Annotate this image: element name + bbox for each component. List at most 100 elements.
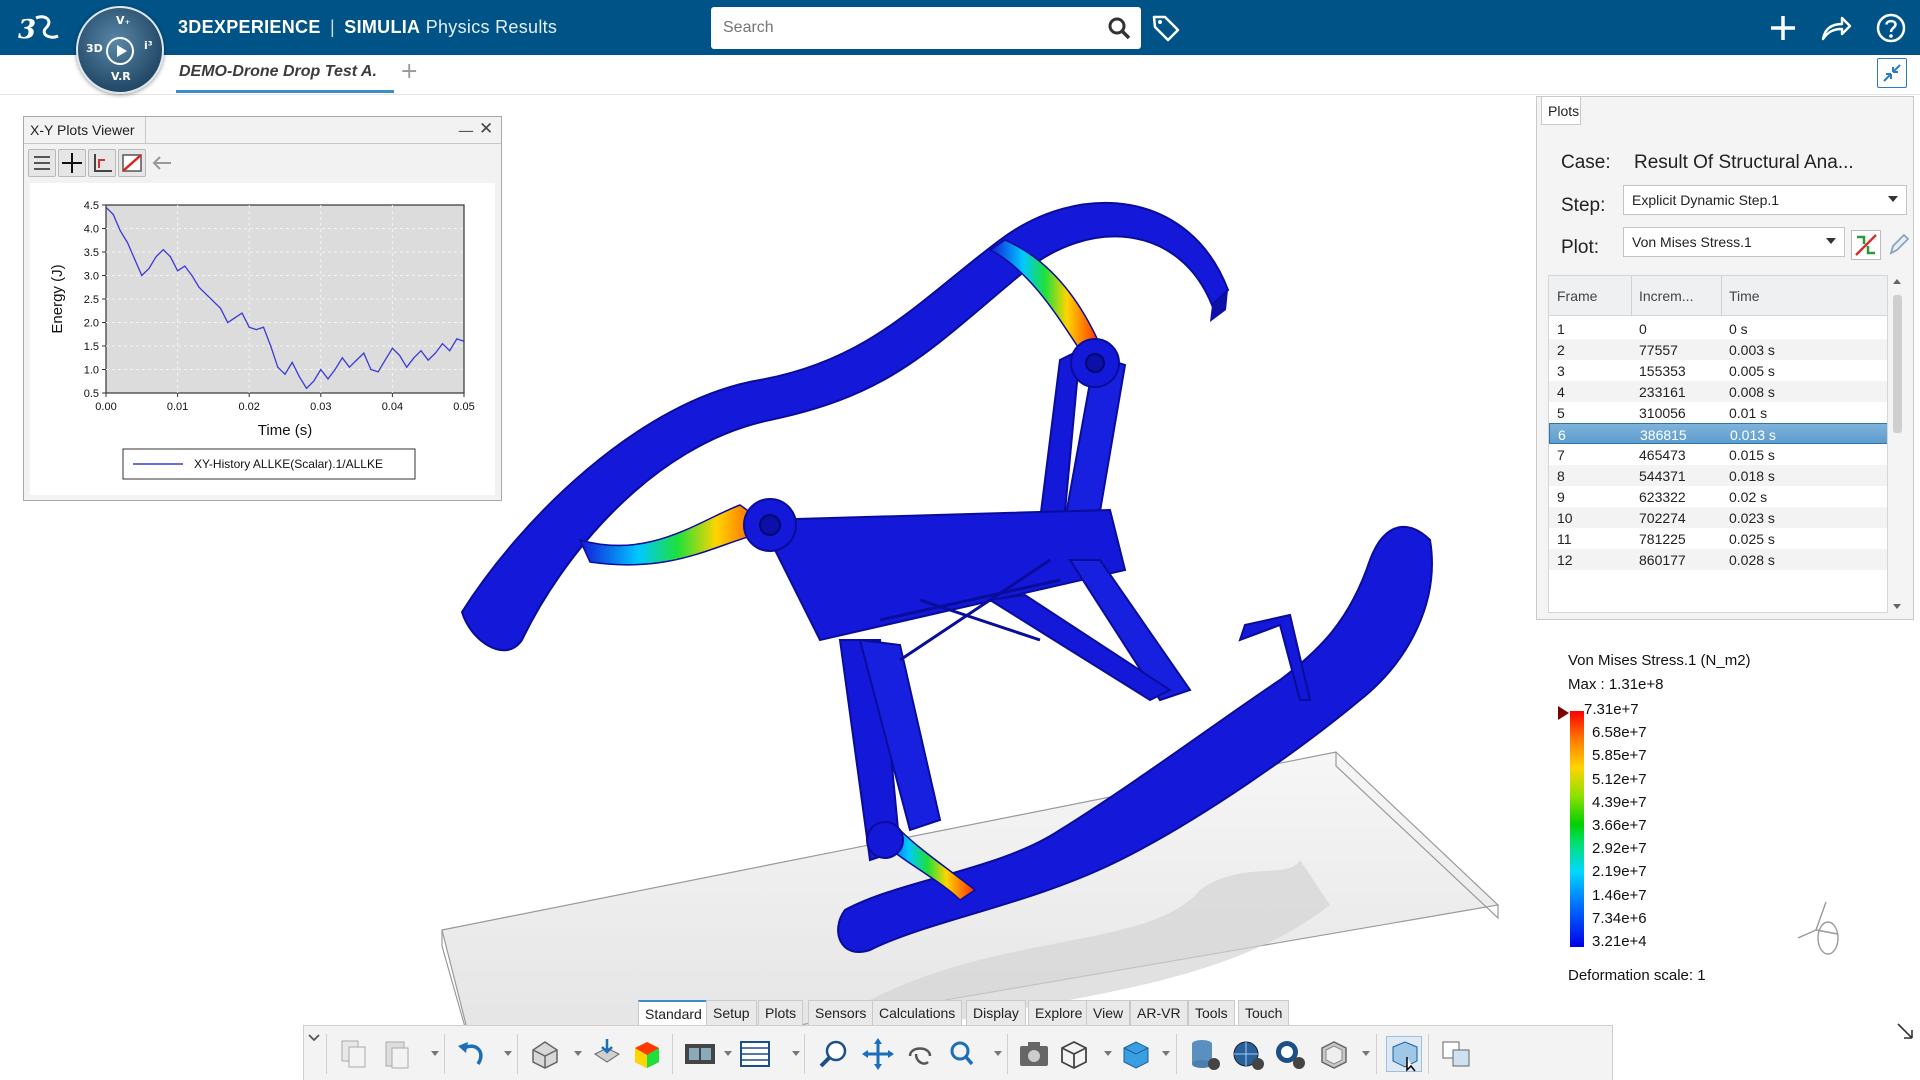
collapse-view-button[interactable] xyxy=(1877,58,1907,88)
database-icon[interactable] xyxy=(1186,1036,1222,1072)
animation-icon[interactable] xyxy=(682,1036,718,1072)
search-icon[interactable] xyxy=(944,1036,980,1072)
search-input[interactable] xyxy=(711,7,1091,49)
x-tick-label: 0.03 xyxy=(310,401,331,413)
tab-sensors[interactable]: Sensors xyxy=(808,1000,874,1025)
legend-value: 2.19e+7 xyxy=(1592,863,1647,881)
pencil-icon[interactable] xyxy=(1885,231,1911,259)
tab-calculations[interactable]: Calculations xyxy=(872,1000,963,1025)
table-row[interactable]: 1 0 0 s xyxy=(1549,318,1887,339)
data-point xyxy=(377,371,379,373)
table-row[interactable]: 8 544371 0.018 s xyxy=(1549,465,1887,486)
view-cube-icon[interactable] xyxy=(1056,1036,1092,1072)
minimize-button[interactable]: — xyxy=(458,121,474,140)
table-cell-frame: 8 xyxy=(1557,468,1565,484)
data-point xyxy=(399,354,401,356)
table-row[interactable]: 10 702274 0.023 s xyxy=(1549,507,1887,528)
axis-icon[interactable] xyxy=(88,149,116,177)
scroll-thumb[interactable] xyxy=(1893,295,1902,433)
list-icon[interactable] xyxy=(28,149,56,177)
result-display-icon[interactable] xyxy=(629,1036,665,1072)
column-increment[interactable]: Increm... xyxy=(1639,288,1693,304)
table-row[interactable]: 11 781225 0.025 s xyxy=(1549,528,1887,549)
data-point xyxy=(391,347,393,349)
x-tick-label: 0.00 xyxy=(95,401,116,413)
table-cell-time: 0.01 s xyxy=(1729,405,1768,421)
capture-icon[interactable] xyxy=(1016,1036,1052,1072)
xy-chart[interactable]: 0.00 0.01 0.02 0.03 0.04 0.05 0.5 1.0 1.5 2.0 2.5 3… xyxy=(30,183,495,495)
table-row[interactable]: 5 310056 0.01 s xyxy=(1549,402,1887,423)
table-cell-frame: 1 xyxy=(1557,321,1565,337)
data-point xyxy=(148,267,150,270)
copy-icon[interactable] xyxy=(337,1036,373,1072)
table-cell-frame: 11 xyxy=(1557,531,1572,547)
import-icon[interactable] xyxy=(589,1036,625,1072)
mesh-icon[interactable] xyxy=(1230,1036,1266,1072)
undo-icon[interactable] xyxy=(454,1036,490,1072)
plus-icon[interactable] xyxy=(1767,12,1799,44)
section-view-icon[interactable] xyxy=(1386,1036,1422,1072)
dassault-logo[interactable]: 3 xyxy=(16,10,62,46)
brand-app: SIMULIA xyxy=(344,17,421,37)
table-row[interactable]: 6 386815 0.013 s xyxy=(1549,423,1887,444)
tab-view[interactable]: View xyxy=(1086,1000,1131,1025)
tab-plots[interactable]: Plots xyxy=(1541,97,1581,125)
box-icon[interactable] xyxy=(1316,1036,1352,1072)
tab-setup[interactable]: Setup xyxy=(706,1000,757,1025)
table-icon[interactable] xyxy=(737,1036,773,1072)
tab-standard[interactable]: Standard xyxy=(638,1000,709,1025)
data-point xyxy=(105,206,107,208)
part-icon[interactable] xyxy=(527,1036,563,1072)
column-time[interactable]: Time xyxy=(1729,288,1760,304)
data-point xyxy=(284,373,286,375)
add-tab-button[interactable]: + xyxy=(400,59,418,84)
data-point xyxy=(141,274,143,277)
table-cell-time: 0.013 s xyxy=(1730,427,1776,443)
clear-plot-icon[interactable] xyxy=(118,149,146,177)
close-button[interactable]: ✕ xyxy=(479,119,493,139)
query-icon[interactable] xyxy=(1272,1036,1308,1072)
column-frame[interactable]: Frame xyxy=(1557,288,1597,304)
tab-touch[interactable]: Touch xyxy=(1238,1000,1290,1025)
tab-explore[interactable]: Explore xyxy=(1028,1000,1090,1025)
data-point xyxy=(320,368,322,371)
plot-select[interactable]: Von Mises Stress.1 xyxy=(1623,227,1845,257)
table-row[interactable]: 2 77557 0.003 s xyxy=(1549,339,1887,360)
shading-icon[interactable] xyxy=(1118,1036,1154,1072)
tab-ar-vr[interactable]: AR-VR xyxy=(1130,1000,1188,1025)
rotate-icon[interactable] xyxy=(902,1036,938,1072)
share-icon[interactable] xyxy=(1820,12,1852,44)
table-row[interactable]: 3 155353 0.005 s xyxy=(1549,360,1887,381)
play-icon[interactable] xyxy=(106,37,134,65)
table-row[interactable]: 4 233161 0.008 s xyxy=(1549,381,1887,402)
plots-panel: Plots Case: Result Of Structural Ana... … xyxy=(1536,96,1914,620)
data-point xyxy=(162,249,164,251)
collapse-chevron-icon[interactable] xyxy=(307,1030,321,1044)
tab-tools[interactable]: Tools xyxy=(1188,1000,1235,1025)
table-cell-increment: 544371 xyxy=(1639,468,1686,484)
zoom-icon[interactable] xyxy=(816,1036,852,1072)
pan-icon[interactable] xyxy=(860,1036,896,1072)
tag-icon[interactable] xyxy=(1150,12,1182,44)
plot-options-button[interactable] xyxy=(1851,230,1881,260)
step-select[interactable]: Explicit Dynamic Step.1 xyxy=(1623,185,1907,215)
axis-triad-icon[interactable] xyxy=(1790,890,1850,960)
frame-table-header: Frame Increm... Time xyxy=(1549,276,1887,316)
resize-handle-icon[interactable] xyxy=(1896,1022,1916,1046)
tab-display[interactable]: Display xyxy=(966,1000,1026,1025)
help-icon[interactable] xyxy=(1875,12,1907,44)
paste-icon[interactable] xyxy=(380,1036,416,1072)
fit-all-icon[interactable] xyxy=(58,149,86,177)
compare-icon[interactable] xyxy=(1439,1036,1475,1072)
compass-widget[interactable]: V₊ 3D i³ V.R xyxy=(76,6,164,94)
data-point xyxy=(119,230,121,232)
tab-document[interactable]: DEMO-Drone Drop Test A. xyxy=(176,55,394,93)
table-row[interactable]: 7 465473 0.015 s xyxy=(1549,444,1887,465)
tab-plots[interactable]: Plots xyxy=(758,1000,804,1025)
frame-table-scrollbar[interactable] xyxy=(1889,275,1905,613)
table-cell-time: 0.018 s xyxy=(1729,468,1775,484)
table-row[interactable]: 9 623322 0.02 s xyxy=(1549,486,1887,507)
back-arrow-icon[interactable] xyxy=(148,149,176,177)
search-icon[interactable] xyxy=(1107,16,1131,40)
table-row[interactable]: 12 860177 0.028 s xyxy=(1549,549,1887,570)
